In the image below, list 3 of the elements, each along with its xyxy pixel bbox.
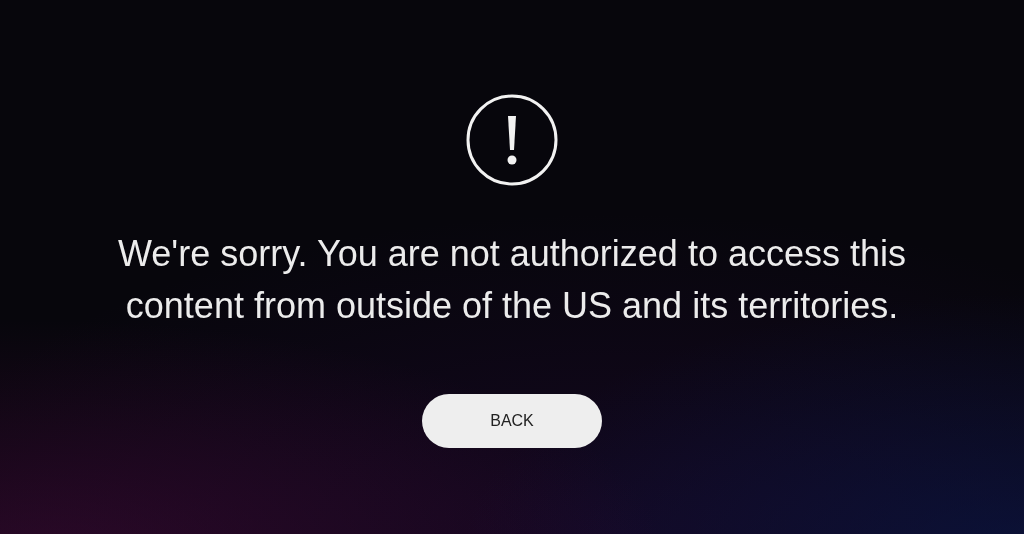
error-message: We're sorry. You are not authorized to access this content from outside of the US and its territories. <box>118 232 906 328</box>
warning-icon <box>466 94 558 186</box>
back-button[interactable]: BACK <box>422 394 602 448</box>
